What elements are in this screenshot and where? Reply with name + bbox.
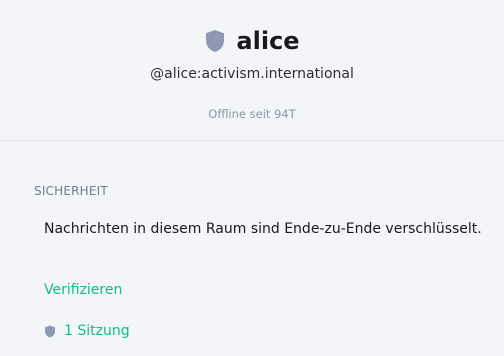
name-row: alice [0,26,504,56]
shield-icon [44,325,56,338]
presence-status: Offline seit 94T [208,107,296,121]
user-header: alice @alice:activism.international Offl… [0,0,504,141]
display-name: alice [236,27,300,55]
user-id: @alice:activism.international [150,66,354,82]
security-heading: SICHERHEIT [34,184,108,198]
encryption-notice: Nachrichten in diesem Raum sind Ende-zu-… [44,221,482,237]
verify-button[interactable]: Verifizieren [44,280,122,300]
sessions-label: 1 Sitzung [64,323,130,339]
sessions-button[interactable]: 1 Sitzung [44,321,130,341]
user-info-panel: alice @alice:activism.international Offl… [0,0,504,356]
shield-icon [204,29,226,53]
